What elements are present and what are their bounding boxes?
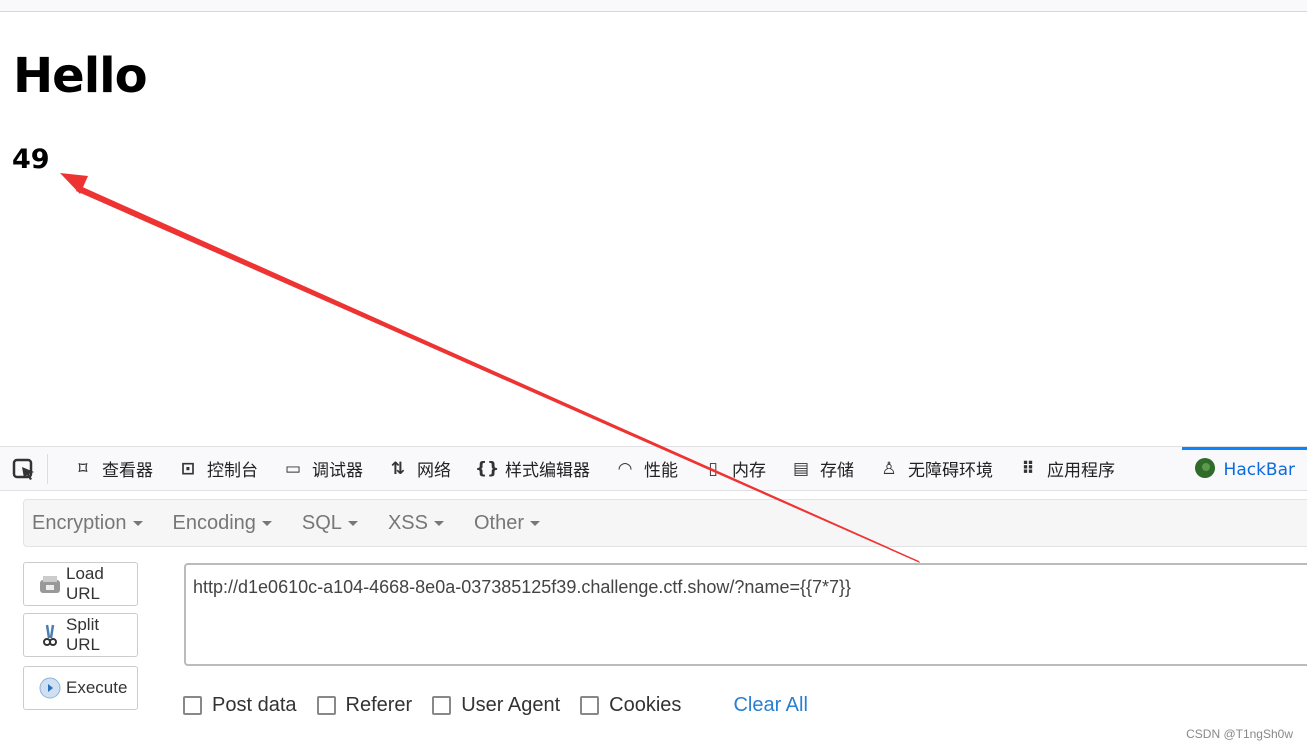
checkbox-box[interactable] (580, 696, 600, 715)
tab-label: 调试器 (312, 461, 363, 481)
tab-label: 控制台 (207, 461, 258, 481)
storage-icon: ▤ (792, 458, 810, 479)
application-icon: ⠿ (1021, 458, 1035, 479)
menu-encryption[interactable]: Encryption (24, 512, 153, 535)
ssti-result: 49 (12, 144, 50, 175)
inspector-icon: ⌑ (78, 458, 88, 479)
tab-style-editor[interactable]: {} 样式编辑器 (463, 447, 602, 490)
tab-application[interactable]: ⠿ 应用程序 (1005, 447, 1127, 490)
checkbox-label: Post data (212, 694, 297, 716)
tab-console[interactable]: ⊡ 控制台 (165, 447, 270, 490)
tab-label: 查看器 (102, 461, 153, 481)
tab-storage[interactable]: ▤ 存储 (778, 447, 866, 490)
menu-label: SQL (301, 511, 342, 534)
accessibility-icon: ♙ (881, 458, 897, 479)
tab-memory[interactable]: ▯ 内存 (690, 447, 778, 490)
tab-label: 无障碍环境 (908, 461, 993, 481)
hackbar-menu: Encryption Encoding SQL XSS Other (23, 499, 1307, 547)
devtools-toolbar: ⌑ 查看器 ⊡ 控制台 ▭ 调试器 ⇅ 网络 {} 样式编辑器 ◠ 性能 ▯ 内存 ▤ 存储 ♙… (0, 446, 1307, 491)
menu-sql[interactable]: SQL (294, 512, 368, 535)
tab-network[interactable]: ⇅ 网络 (375, 447, 463, 490)
menu-other[interactable]: Other (466, 512, 550, 535)
debugger-icon: ▭ (284, 458, 302, 479)
tab-label: 应用程序 (1047, 461, 1115, 481)
tab-label: HackBar (1223, 460, 1295, 480)
page-heading: Hello (13, 48, 148, 104)
button-label: Split URL (66, 615, 101, 654)
caret-down-icon (261, 520, 272, 526)
tab-label: 网络 (417, 461, 451, 481)
clear-all-link[interactable]: Clear All (733, 694, 807, 717)
tab-accessibility[interactable]: ♙ 无障碍环境 (866, 447, 1005, 490)
tab-label: 内存 (732, 461, 766, 481)
tab-hackbar[interactable]: HackBar (1181, 447, 1307, 490)
style-editor-icon: {} (475, 458, 500, 479)
url-textarea[interactable]: http://d1e0610c-a104-4668-8e0a-037385125… (184, 563, 1307, 666)
checkbox-box[interactable] (183, 696, 202, 715)
browser-top-bar (0, 0, 1307, 12)
performance-icon: ◠ (618, 458, 632, 479)
checkbox-label: User Agent (461, 694, 561, 716)
menu-label: Encoding (172, 511, 256, 534)
console-icon: ⊡ (180, 458, 196, 479)
caret-down-icon (433, 520, 444, 526)
tab-label: 样式编辑器 (505, 461, 590, 481)
menu-encoding[interactable]: Encoding (165, 512, 282, 535)
menu-label: Encryption (32, 511, 127, 534)
post-data-checkbox[interactable]: Post data (183, 694, 297, 717)
split-url-button[interactable]: Split URL (23, 613, 138, 657)
options-row: Post data Referer User Agent Cookies Cle… (183, 694, 808, 717)
checkbox-label: Referer (345, 694, 413, 716)
menu-xss[interactable]: XSS (380, 512, 454, 535)
load-url-button[interactable]: Load URL (23, 562, 138, 606)
checkbox-label: Cookies (609, 694, 682, 716)
hackbar-icon (1194, 457, 1216, 484)
play-icon (38, 677, 62, 699)
tab-debugger[interactable]: ▭ 调试器 (270, 447, 375, 490)
caret-down-icon (347, 520, 358, 526)
button-label: Execute (66, 678, 128, 697)
caret-down-icon (530, 520, 540, 526)
checkbox-box[interactable] (432, 696, 452, 715)
watermark: CSDN @T1ngSh0w (1186, 727, 1293, 741)
arrow-head (60, 173, 88, 194)
user-agent-checkbox[interactable]: User Agent (432, 694, 560, 717)
tab-label: 存储 (820, 461, 854, 481)
element-picker-icon[interactable] (0, 453, 48, 484)
execute-button[interactable]: Execute (23, 666, 138, 710)
scissors-icon (38, 624, 62, 646)
menu-label: XSS (387, 511, 428, 534)
menu-label: Other (473, 511, 524, 534)
tab-inspector[interactable]: ⌑ 查看器 (60, 447, 165, 490)
load-icon (38, 573, 62, 595)
network-icon: ⇅ (390, 458, 406, 479)
caret-down-icon (132, 520, 143, 526)
button-label: Load URL (66, 564, 104, 603)
tab-performance[interactable]: ◠ 性能 (602, 447, 690, 490)
checkbox-box[interactable] (316, 696, 336, 715)
memory-icon: ▯ (708, 458, 718, 479)
referer-checkbox[interactable]: Referer (316, 694, 413, 717)
cookies-checkbox[interactable]: Cookies (580, 694, 681, 717)
tab-label: 性能 (644, 461, 678, 481)
